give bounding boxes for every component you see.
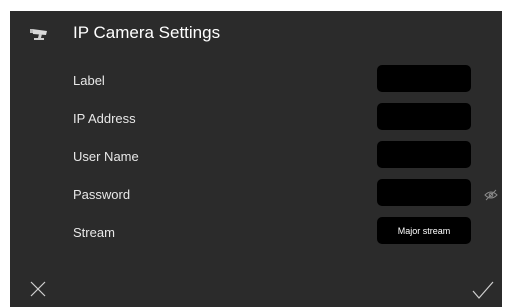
password-input[interactable] [377,179,471,206]
close-icon[interactable] [30,281,46,297]
user-name-field-label: User Name [73,149,139,164]
stream-select[interactable]: Major stream [377,217,471,244]
camera-icon [30,26,50,42]
page-title: IP Camera Settings [73,23,221,42]
ip-camera-settings-screen: IP Camera Settings Label IP Address User… [10,11,502,307]
label-field-label: Label [73,73,105,88]
ip-address-field-label: IP Address [73,111,136,126]
password-field-label: Password [73,187,131,202]
ip-address-input[interactable] [377,103,471,130]
check-icon[interactable] [472,281,494,299]
stream-field-label: Stream [73,225,115,240]
label-input[interactable] [377,65,471,92]
header: IP Camera Settings [10,11,502,55]
user-name-input[interactable] [377,141,471,168]
eye-slash-icon[interactable] [484,188,498,201]
stream-selected-value: Major stream [397,225,451,236]
